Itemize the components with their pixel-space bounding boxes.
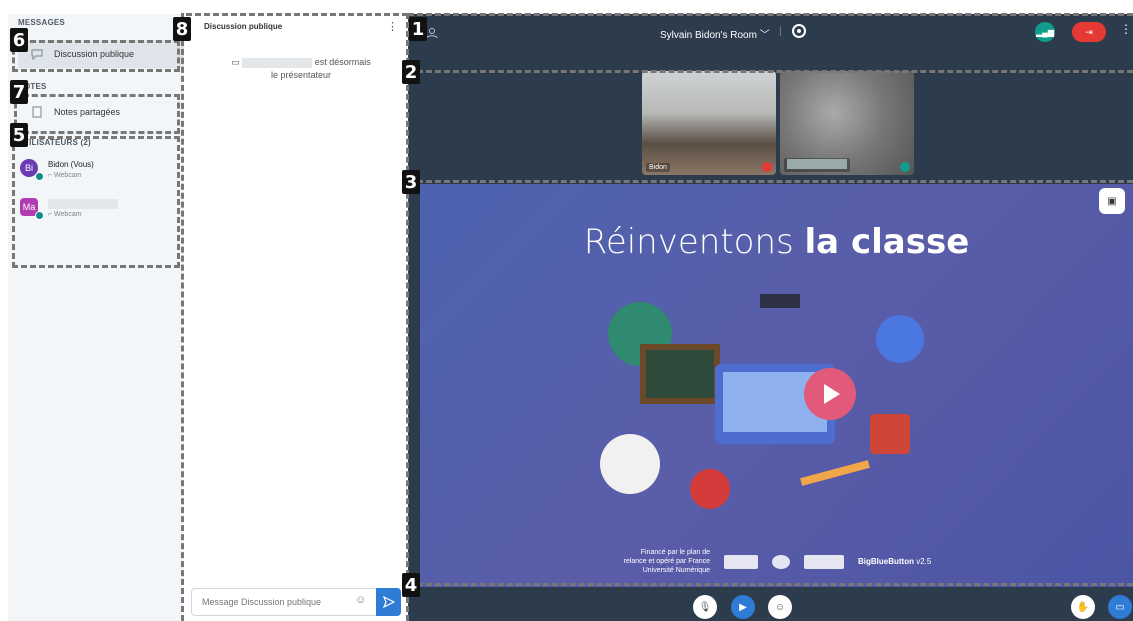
slide-title: Réinventons la classe [420,222,1133,262]
slide-illustration [600,294,924,509]
chat-message-input[interactable] [191,588,377,616]
emoji-icon[interactable]: ☺ [355,594,366,606]
send-icon [382,596,395,608]
chat-options-icon[interactable]: ⋮ [387,20,398,33]
messages-section-title: MESSAGES [18,18,65,27]
record-button[interactable] [792,24,806,38]
chat-form: ☺ [191,588,402,616]
webcam-strip: Bidon [642,71,914,175]
brand-version: v2.5 [916,557,932,566]
main-area: Sylvain Bidon's Room ﹀ | ▂▄▆ ⇥ ⋮ Bidon R… [408,14,1133,621]
annotation-box [181,13,184,621]
annotation-box [14,94,180,134]
annotation-box [12,136,180,268]
annotation-label: 8 [173,17,191,41]
leave-button[interactable]: ⇥ [1072,22,1106,42]
brand-name: BigBlueButton [858,557,914,566]
webcam-tile[interactable] [780,71,914,175]
annotation-label: 7 [10,80,28,104]
presentation-area[interactable]: Réinventons la classe ▣ Financé par le p… [420,184,1133,587]
slide-title-bold: la classe [804,222,970,262]
room-name[interactable]: Sylvain Bidon's Room ﹀ [660,26,770,41]
annotation-label: 1 [409,17,427,41]
presenter-icon: ▭ [231,57,240,67]
minimize-presentation-button[interactable]: ▣ [1099,188,1125,214]
signal-icon: ▂▄▆ [1036,27,1054,37]
connection-status-button[interactable]: ▂▄▆ [1035,22,1055,42]
webcam-tile[interactable]: Bidon [642,71,776,175]
presentation-button[interactable]: ▭ [1108,595,1132,619]
annotation-label: 3 [402,170,420,194]
logo [772,554,790,569]
annotation-label: 5 [10,123,28,147]
annotation-box [408,13,1133,16]
annotation-box [186,13,408,16]
logo [724,554,758,569]
annotation-label: 2 [402,60,420,84]
system-message-text-2: le présentateur [270,70,332,80]
raise-hand-button[interactable]: ✋ [1071,595,1095,619]
hand-icon: ✋ [1076,601,1090,613]
chat-title: Discussion publique [204,22,283,31]
funded-text: Financé par le plan de relance et opéré … [623,549,710,574]
webcam-button[interactable]: ▶ [731,595,755,619]
system-message: ▭ est désormais le présentateur [216,56,386,82]
annotation-box [408,70,1133,73]
users-toggle-icon[interactable] [426,27,440,41]
app: MESSAGES Discussion publique NOTES Notes… [0,0,1133,621]
bbb-brand: BigBlueButton v2.5 [858,557,931,566]
annotation-box [406,13,409,621]
annotation-label: 4 [402,573,420,597]
options-menu-icon[interactable]: ⋮ [1120,22,1132,36]
annotation-box [408,180,1133,183]
reactions-button[interactable]: ☺ [768,595,792,619]
leave-icon: ⇥ [1085,26,1093,37]
mic-on-icon [900,162,910,172]
divider: | [779,26,782,37]
top-bar: Sylvain Bidon's Room ﹀ | ▂▄▆ ⇥ ⋮ [408,14,1133,54]
camera-icon: ▶ [739,601,747,613]
annotation-label: 6 [10,28,28,52]
mic-muted-icon [762,162,772,172]
room-name-label: Sylvain Bidon's Room [660,30,757,41]
annotation-box [12,40,180,72]
system-message-text: est désormais [314,57,371,67]
annotation-box [408,583,1133,586]
redacted-name [242,57,313,68]
smile-icon: ☺ [774,601,786,613]
webcam-name-redacted [784,158,850,172]
webcam-name: Bidon [646,163,670,172]
slide-title-light: Réinventons [583,222,805,262]
bottom-action-bar: 🎙 ▶ ☺ ✋ ▭ [408,587,1133,621]
chat-panel: Discussion publique ⋮ ▭ est désormais le… [186,14,406,621]
logo [804,554,844,569]
mic-off-icon: 🎙 [698,601,712,613]
send-button[interactable] [376,588,401,616]
presentation-icon: ▭ [1115,601,1125,613]
mute-button[interactable]: 🎙 [693,595,717,619]
slide-footer: Financé par le plan de relance et opéré … [620,548,1100,575]
chevron-down-icon: ﹀ [759,30,770,41]
